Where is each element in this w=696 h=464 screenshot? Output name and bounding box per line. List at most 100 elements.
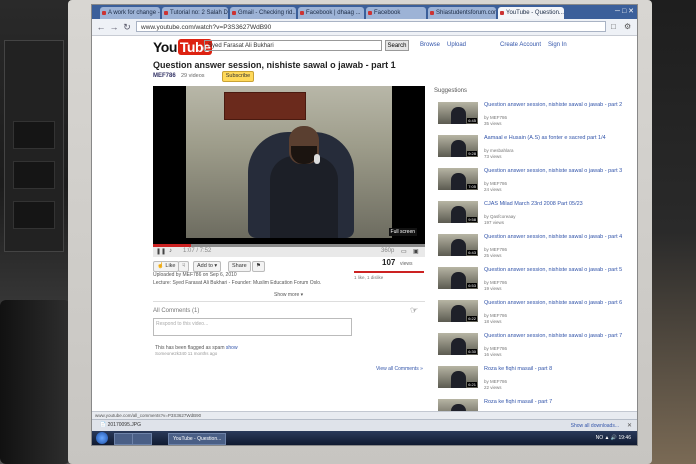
suggestion-thumbnail[interactable]: 6:45 [438, 102, 478, 124]
thumbnail-figure [451, 107, 466, 124]
suggestion-thumbnail[interactable]: 6:43 [438, 234, 478, 256]
suggestion-title[interactable]: Question answer session, nishiste sawal … [484, 102, 624, 108]
suggestion-views: 35 views [484, 121, 502, 126]
suggestion-views: 73 views [484, 154, 502, 159]
suggestion-title[interactable]: Question answer session, nishiste sawal … [484, 333, 624, 339]
forward-icon[interactable]: → [108, 21, 120, 33]
pause-icon[interactable]: ❚❚ [156, 248, 166, 255]
suggestion-item[interactable]: 6:21 Roza ke fiqhi masail - part 8 by MEF7… [438, 366, 628, 394]
suggestion-title[interactable]: Roza ke fiqhi masail - part 7 [484, 399, 624, 405]
download-item[interactable]: 📄 20170095.JPG [100, 422, 141, 428]
suggestion-title[interactable]: Aamaal e Husain (A.S) as fonter e sacred… [484, 135, 624, 141]
suggestion-thumbnail[interactable]: 9:28 [438, 135, 478, 157]
tab-strip: A work for change - Tutorial no: 2 Salah… [92, 5, 637, 19]
views-label: views [400, 261, 413, 267]
suggestion-title[interactable]: Question answer session, nishiste sawal … [484, 267, 624, 273]
suggestion-item[interactable]: 6:53 Question answer session, nishiste sa… [438, 267, 628, 295]
tab[interactable]: Facebook [366, 7, 426, 19]
fullscreen-label[interactable]: Full screen [388, 228, 417, 236]
suggestion-thumbnail[interactable]: 6:22 [438, 300, 478, 322]
show-more-button[interactable]: Show more ▾ [274, 292, 303, 298]
thumbs-down-icon: ☟ [182, 263, 186, 269]
video-count[interactable]: 29 videos [181, 73, 205, 79]
sign-in-link[interactable]: Sign In [548, 42, 567, 48]
suggestion-thumbnail[interactable]: 6:30 [438, 333, 478, 355]
suggestion-title[interactable]: Question answer session, nishiste sawal … [484, 234, 624, 240]
suggestion-item[interactable]: 9:58 CJAS Milad March 23rd 2008 Part 05/2… [438, 201, 628, 229]
dislike-button[interactable]: ☟ [178, 261, 190, 272]
search-input[interactable]: Syed Farasat Ali Bukhari [204, 40, 382, 51]
add-to-button[interactable]: Add to ▾ [193, 261, 222, 272]
player-controls: ❚❚ ♪ 1:07 / 7:52 360p ▭ ▣ [153, 244, 425, 257]
clock[interactable]: 19:46 [618, 435, 631, 441]
suggestion-title[interactable]: CJAS Milad March 23rd 2008 Part 05/23 [484, 201, 624, 207]
search-button[interactable]: Search [385, 40, 409, 51]
start-button[interactable] [96, 432, 108, 444]
suggestion-duration: 9:58 [467, 217, 477, 222]
volume-icon[interactable]: ♪ [169, 248, 172, 254]
show-all-downloads-link[interactable]: Show all downloads... [571, 423, 619, 429]
comment-input[interactable]: Respond to this video... [153, 318, 352, 336]
quicklaunch-icon[interactable] [114, 433, 134, 445]
tab[interactable]: Shiastudentsforum.com [428, 7, 496, 19]
reload-icon[interactable]: ↻ [121, 21, 133, 33]
suggestion-duration: 6:45 [467, 118, 477, 123]
suggestion-title[interactable]: Roza ke fiqhi masail - part 8 [484, 366, 624, 372]
tab-active[interactable]: YouTube - Question... [498, 7, 564, 19]
upload-info: Uploaded by MEF786 on Sep 6, 2010 [153, 272, 237, 278]
expand-icon[interactable]: ▭ [401, 248, 407, 255]
drive-bay [13, 121, 55, 149]
thumbnail-figure [451, 239, 466, 256]
suggestion-duration: 6:53 [467, 283, 477, 288]
share-button[interactable]: Share [228, 261, 251, 272]
suggestion-item[interactable]: 6:43 Question answer session, nishiste sa… [438, 234, 628, 262]
suggestion-title[interactable]: Question answer session, nishiste sawal … [484, 168, 624, 174]
back-icon[interactable]: ← [95, 21, 107, 33]
wall-poster [224, 92, 306, 120]
tab[interactable]: A work for change - [100, 7, 160, 19]
suggestion-duration: 6:21 [467, 382, 477, 387]
fullscreen-icon[interactable]: ▣ [413, 248, 419, 255]
suggestion-thumbnail[interactable]: 9:58 [438, 201, 478, 223]
address-bar[interactable]: www.youtube.com/watch?v=P3S3627WdB90 [136, 21, 606, 32]
suggestion-views: 197 views [484, 220, 505, 225]
page-icon[interactable]: □ [611, 22, 616, 31]
tab[interactable]: Facebook | dhaag ... [298, 7, 364, 19]
view-all-comments-link[interactable]: View all Comments » [376, 366, 423, 372]
suggestion-thumbnail[interactable]: 6:21 [438, 366, 478, 388]
microphone [314, 154, 320, 164]
suggestion-views: 25 views [484, 253, 502, 258]
progress-bar[interactable] [153, 244, 425, 247]
flag-icon[interactable]: ⚑ [252, 261, 265, 272]
suggestion-title[interactable]: Question answer session, nishiste sawal … [484, 300, 624, 306]
subscribe-button[interactable]: Subscribe [222, 71, 254, 82]
browse-link[interactable]: Browse [420, 42, 440, 48]
taskbar-task[interactable]: YouTube - Question... [168, 433, 227, 445]
channel-link[interactable]: MEF786 [153, 73, 176, 79]
suggestion-item[interactable]: 7:05 Question answer session, nishiste sa… [438, 168, 628, 196]
close-icon[interactable]: ✕ [627, 422, 632, 429]
wrench-icon[interactable]: ⚙ [624, 22, 631, 31]
hand-cursor-icon: ☞ [410, 305, 419, 315]
like-button[interactable]: ☝ Like [153, 261, 180, 272]
create-account-link[interactable]: Create Account [500, 42, 541, 48]
suggestion-duration: 7:05 [467, 184, 477, 189]
suggestion-item[interactable]: 6:30 Question answer session, nishiste sa… [438, 333, 628, 361]
suggestion-item[interactable]: 9:28 Aamaal e Husain (A.S) as fonter e sa… [438, 135, 628, 163]
suggestion-item[interactable]: 6:45 Question answer session, nishiste sa… [438, 102, 628, 130]
quicklaunch-icon[interactable] [132, 433, 152, 445]
window-controls[interactable]: ─ □ ✕ [615, 7, 634, 15]
suggestion-thumbnail[interactable]: 7:05 [438, 168, 478, 190]
speaker [0, 300, 70, 464]
divider [153, 301, 425, 302]
suggestion-item[interactable]: 6:22 Question answer session, nishiste sa… [438, 300, 628, 328]
video-player[interactable]: Full screen [153, 86, 425, 246]
show-flagged-link[interactable]: show [226, 345, 238, 351]
thumbnail-figure [451, 140, 466, 157]
tab[interactable]: Gmail - Checking rid... [230, 7, 296, 19]
tab[interactable]: Tutorial no: 2 Salah Di... [162, 7, 228, 19]
suggestion-author: by MEF786 [484, 280, 508, 285]
quality-selector[interactable]: 360p [381, 248, 394, 254]
upload-link[interactable]: Upload [447, 42, 466, 48]
suggestion-thumbnail[interactable]: 6:53 [438, 267, 478, 289]
